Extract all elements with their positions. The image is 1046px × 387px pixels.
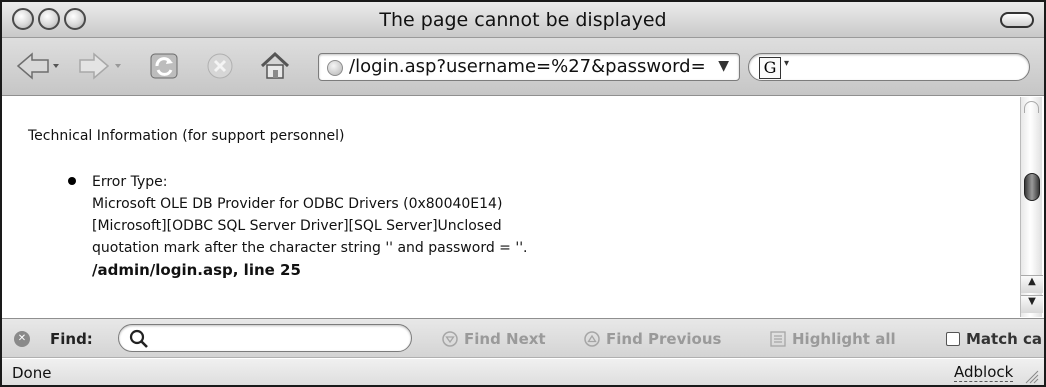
highlight-icon [770,331,786,347]
back-arrow-icon [16,52,59,80]
error-line-1: Microsoft OLE DB Provider for ODBC Drive… [92,196,503,212]
home-button[interactable] [258,51,292,81]
bullet-icon [68,177,76,185]
back-button[interactable] [16,51,62,81]
highlight-all-button[interactable]: Highlight all [770,330,896,348]
find-previous-icon [584,331,600,347]
google-search-icon[interactable]: G [759,57,781,79]
highlight-all-label: Highlight all [792,330,896,348]
scrollbar-thumb[interactable] [1024,173,1040,201]
find-next-label: Find Next [464,330,546,348]
window-title: The page cannot be displayed [379,9,667,31]
globe-icon [327,60,343,76]
error-line-3: quotation mark after the character strin… [92,240,528,256]
find-bar: ✕ Find: Find Next Find Previous Highligh… [2,318,1044,358]
error-location: /admin/login.asp, line 25 [92,261,301,279]
adblock-button[interactable]: Adblock [954,364,1014,382]
url-bar[interactable]: /login.asp?username=%27&password= ▼ [318,53,740,81]
vertical-scrollbar[interactable]: ▲ ▼ [1020,97,1043,317]
home-icon [260,51,290,79]
find-label: Find: [50,330,93,348]
reload-icon [150,53,178,79]
find-next-button[interactable]: Find Next [442,330,546,348]
error-line-2: [Microsoft][ODBC SQL Server Driver][SQL … [92,218,502,234]
scrollbar-track-cap [1024,101,1039,113]
magnifier-icon [129,329,148,348]
forward-arrow-icon [79,52,121,80]
toolbar-toggle-button[interactable] [1000,12,1034,28]
error-type-label: Error Type: [92,174,168,190]
scroll-up-arrow-icon[interactable]: ▲ [1021,275,1043,293]
search-bar[interactable]: G ▾ [748,53,1030,81]
status-text: Done [12,364,52,382]
find-input[interactable] [118,324,412,352]
technical-info-heading: Technical Information (for support perso… [28,128,345,144]
find-previous-label: Find Previous [606,330,722,348]
title-bar[interactable]: The page cannot be displayed [2,2,1044,38]
chevron-down-icon[interactable]: ▼ [718,58,729,74]
page-content: Technical Information (for support perso… [2,97,1022,317]
match-case-label: Match ca [966,330,1043,348]
browser-window: The page cannot be displayed /login.asp?… [0,0,1046,387]
search-engine-dropdown-icon[interactable]: ▾ [784,58,789,69]
resize-grip-icon[interactable] [1020,365,1040,385]
status-bar: Done Adblock [2,359,1044,385]
stop-icon [207,53,233,79]
close-find-bar-icon[interactable]: ✕ [14,331,30,347]
url-input[interactable]: /login.asp?username=%27&password= [349,56,705,77]
forward-button[interactable] [78,51,124,81]
find-previous-button[interactable]: Find Previous [584,330,721,348]
checkbox-icon[interactable] [946,332,960,346]
match-case-checkbox[interactable]: Match ca [946,330,1042,348]
stop-button[interactable] [204,51,236,81]
error-details: Error Type: Microsoft OLE DB Provider fo… [92,171,528,281]
navigation-toolbar: /login.asp?username=%27&password= ▼ G ▾ [2,38,1044,96]
scroll-down-arrow-icon[interactable]: ▼ [1021,295,1043,313]
find-next-icon [442,331,458,347]
reload-button[interactable] [148,51,180,81]
